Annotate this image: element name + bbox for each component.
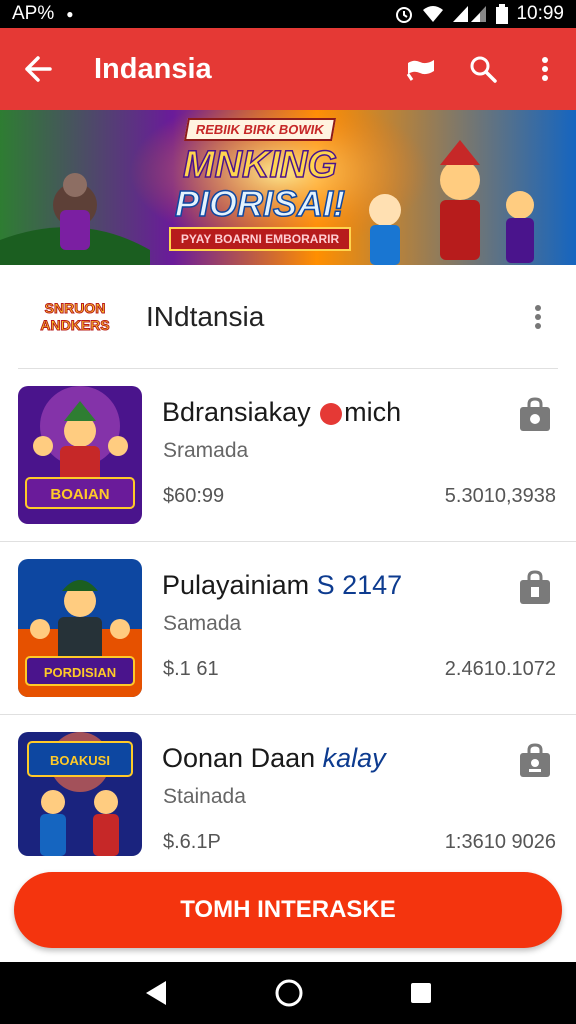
notification-dot-icon: ● [66, 7, 74, 21]
section-header: SNRUON ANDKERS INdtansia [0, 265, 576, 369]
page-title: Indansia [94, 52, 212, 85]
alarm-icon [396, 7, 413, 23]
shopping-bag-icon[interactable] [518, 570, 552, 606]
more-vert-icon [542, 57, 548, 81]
logo-line-2: ANDKERS [40, 317, 110, 334]
item-value: 5.3010,3938 [444, 485, 556, 507]
home-nav-icon[interactable] [275, 979, 303, 1007]
thumb-label: BOAKUSI [50, 753, 110, 768]
item-title-main: Oonan Daan [162, 743, 316, 773]
search-icon [470, 56, 497, 83]
recents-nav-icon[interactable] [410, 982, 432, 1004]
promo-banner[interactable]: REBIIK BIRK BOWIK MNKING PIORISAI! PYAY … [0, 110, 576, 265]
primary-action-button[interactable]: TOMH INTERASKE [14, 872, 562, 948]
signal-icon [453, 6, 487, 22]
list-item[interactable]: PORDISIAN Pulayainiam S 2147 Samada $.1 … [0, 542, 576, 715]
status-time: 10:99 [516, 3, 564, 24]
section-more-button[interactable] [518, 304, 558, 330]
banner-tag: REBIIK BIRK BOWIK [184, 118, 336, 141]
label-icon [406, 60, 434, 81]
item-thumbnail: PORDISIAN [18, 559, 142, 697]
item-subtitle: Stainada [163, 785, 246, 808]
item-title-extra: kalay [322, 743, 386, 773]
banner-headline: MNKING [182, 144, 338, 186]
item-title: Pulayainiam S 2147 [162, 570, 402, 601]
system-nav-bar [0, 962, 576, 1024]
logo-line-1: SNRUON [44, 300, 106, 317]
banner-subline: PIORISAI! [174, 183, 346, 224]
shopping-bag-icon[interactable] [518, 743, 552, 779]
item-title-extra: mich [344, 397, 402, 427]
item-price: $60:99 [163, 485, 225, 507]
label-button[interactable] [390, 28, 452, 110]
shopping-bag-icon[interactable] [518, 397, 552, 433]
section-logo: SNRUON ANDKERS [26, 289, 124, 345]
thumb-label: BOAIAN [50, 486, 109, 503]
list-item[interactable]: BOAIAN Bdransiakay mich Sramada $60:99 5… [0, 369, 576, 542]
item-price: $.1 61 [163, 658, 219, 680]
item-price: $.6.1P [163, 831, 221, 853]
search-button[interactable] [452, 28, 514, 110]
more-vert-icon [535, 305, 541, 329]
item-title: Oonan Daan kalay [162, 743, 386, 774]
item-title-extra: S 2147 [316, 570, 403, 600]
thumb-label: PORDISIAN [44, 665, 116, 680]
section-title: INdtansia [146, 301, 265, 332]
back-arrow-icon [25, 56, 52, 82]
item-subtitle: Samada [163, 612, 242, 635]
item-list: BOAIAN Bdransiakay mich Sramada $60:99 5… [0, 369, 576, 856]
item-title-main: Pulayainiam [162, 570, 310, 600]
badge-icon [320, 402, 343, 425]
item-subtitle: Sramada [163, 439, 249, 462]
app-bar: Indansia [0, 28, 576, 110]
item-thumbnail: BOAKUSI [18, 732, 142, 856]
item-value: 2.4610.1072 [444, 658, 556, 680]
status-carrier-text: AP% [12, 3, 55, 24]
item-thumbnail: BOAIAN [18, 386, 142, 524]
item-value: 1:3610 9026 [444, 831, 556, 853]
item-title-main: Bdransiakay [162, 397, 311, 427]
status-bar: AP% ● 10:99 [0, 0, 576, 28]
banner-ribbon: PYAY BOARNI EMBORARIR [168, 227, 352, 251]
battery-icon [496, 4, 509, 24]
overflow-menu-button[interactable] [514, 28, 576, 110]
back-nav-icon[interactable] [144, 980, 168, 1006]
back-button[interactable] [0, 28, 76, 110]
wifi-icon [423, 6, 444, 22]
item-title: Bdransiakay mich [162, 397, 401, 428]
list-item[interactable]: BOAKUSI Oonan Daan kalay Stainada $.6.1P… [0, 715, 576, 856]
